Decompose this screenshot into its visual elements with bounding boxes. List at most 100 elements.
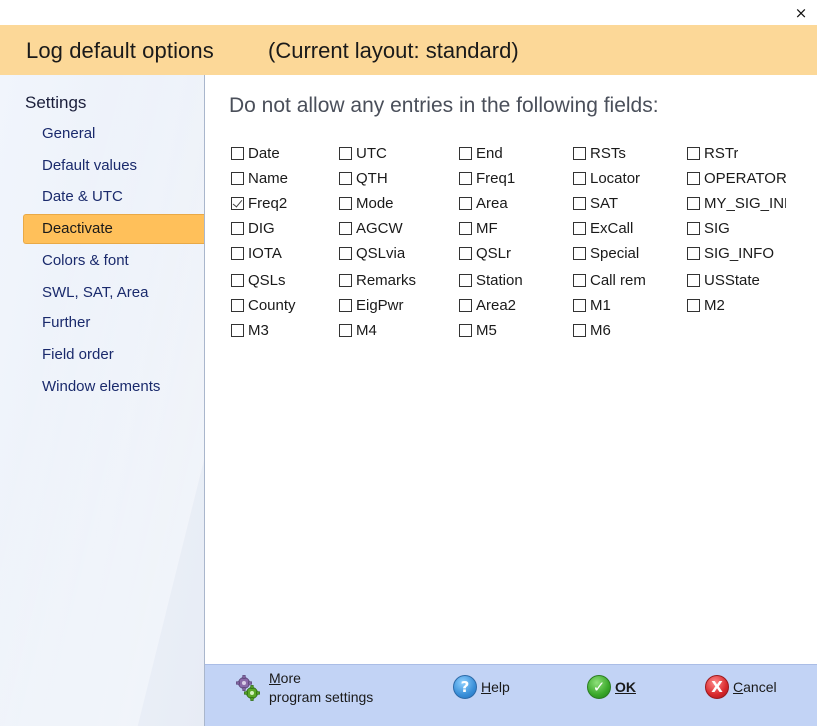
checkbox-unchecked-icon[interactable] — [687, 298, 700, 312]
checkbox-unchecked-icon[interactable] — [573, 298, 586, 312]
field-label: Special — [590, 244, 640, 262]
field-checkbox-sig[interactable]: SIG — [687, 218, 730, 238]
checkbox-unchecked-icon[interactable] — [573, 146, 586, 160]
sidebar-item-deactivate[interactable]: Deactivate — [23, 214, 204, 244]
cancel-x-icon: X — [705, 675, 729, 699]
field-checkbox-utc[interactable]: UTC — [339, 143, 387, 163]
help-button[interactable]: ? Help — [453, 675, 510, 699]
field-checkbox-qsls[interactable]: QSLs — [231, 270, 286, 290]
checkbox-unchecked-icon[interactable] — [459, 273, 472, 287]
checkbox-unchecked-icon[interactable] — [459, 146, 472, 160]
field-label: EigPwr — [356, 296, 404, 314]
field-checkbox-date[interactable]: Date — [231, 143, 280, 163]
field-checkbox-end[interactable]: End — [459, 143, 503, 163]
field-checkbox-rsts[interactable]: RSTs — [573, 143, 626, 163]
field-checkbox-call-rem[interactable]: Call rem — [573, 270, 646, 290]
checkbox-unchecked-icon[interactable] — [459, 298, 472, 312]
field-checkbox-rstr[interactable]: RSTr — [687, 143, 738, 163]
field-label: M3 — [248, 321, 269, 339]
checkbox-unchecked-icon[interactable] — [231, 221, 244, 235]
field-checkbox-my-sig-info[interactable]: MY_SIG_INFO — [687, 193, 786, 213]
field-checkbox-m1[interactable]: M1 — [573, 295, 611, 315]
close-icon[interactable]: × — [791, 3, 811, 23]
checkbox-unchecked-icon[interactable] — [573, 171, 586, 185]
field-checkbox-iota[interactable]: IOTA — [231, 243, 282, 263]
sidebar-item-colors-font[interactable]: Colors & font — [23, 246, 204, 276]
checkbox-unchecked-icon[interactable] — [231, 273, 244, 287]
field-checkbox-locator[interactable]: Locator — [573, 168, 640, 188]
checkbox-unchecked-icon[interactable] — [459, 171, 472, 185]
field-checkbox-sig-info[interactable]: SIG_INFO — [687, 243, 774, 263]
checkbox-checked-icon[interactable] — [231, 196, 244, 210]
checkbox-unchecked-icon[interactable] — [231, 246, 244, 260]
checkbox-unchecked-icon[interactable] — [231, 146, 244, 160]
field-checkbox-sat[interactable]: SAT — [573, 193, 618, 213]
field-checkbox-qth[interactable]: QTH — [339, 168, 388, 188]
checkbox-unchecked-icon[interactable] — [687, 171, 700, 185]
field-label: AGCW — [356, 219, 403, 237]
field-checkbox-usstate[interactable]: USState — [687, 270, 760, 290]
field-checkbox-qslr[interactable]: QSLr — [459, 243, 511, 263]
field-checkbox-m6[interactable]: M6 — [573, 320, 611, 340]
field-checkbox-eigpwr[interactable]: EigPwr — [339, 295, 404, 315]
field-checkbox-special[interactable]: Special — [573, 243, 639, 263]
cancel-button[interactable]: X Cancel — [705, 675, 777, 699]
field-checkbox-mode[interactable]: Mode — [339, 193, 394, 213]
title-bar: × — [0, 0, 817, 25]
field-checkbox-qslvia[interactable]: QSLvia — [339, 243, 405, 263]
field-checkbox-dig[interactable]: DIG — [231, 218, 275, 238]
field-checkbox-operator[interactable]: OPERATOR — [687, 168, 786, 188]
checkbox-unchecked-icon[interactable] — [573, 246, 586, 260]
checkbox-unchecked-icon[interactable] — [687, 221, 700, 235]
sidebar-item-further[interactable]: Further — [23, 308, 204, 338]
sidebar-item-window-elements[interactable]: Window elements — [23, 372, 204, 402]
field-checkbox-area[interactable]: Area — [459, 193, 508, 213]
checkbox-unchecked-icon[interactable] — [339, 146, 352, 160]
sidebar-item-swl-sat-area[interactable]: SWL, SAT, Area — [23, 278, 204, 308]
sidebar-item-date-utc[interactable]: Date & UTC — [23, 182, 204, 212]
checkbox-unchecked-icon[interactable] — [459, 323, 472, 337]
checkbox-unchecked-icon[interactable] — [459, 196, 472, 210]
checkbox-unchecked-icon[interactable] — [573, 273, 586, 287]
checkbox-unchecked-icon[interactable] — [459, 246, 472, 260]
field-checkbox-mf[interactable]: MF — [459, 218, 498, 238]
checkbox-unchecked-icon[interactable] — [687, 196, 700, 210]
field-checkbox-station[interactable]: Station — [459, 270, 523, 290]
field-checkbox-freq2[interactable]: Freq2 — [231, 193, 287, 213]
field-checkbox-m3[interactable]: M3 — [231, 320, 269, 340]
checkbox-unchecked-icon[interactable] — [339, 273, 352, 287]
field-checkbox-m2[interactable]: M2 — [687, 295, 725, 315]
checkbox-unchecked-icon[interactable] — [687, 273, 700, 287]
ok-button[interactable]: ✓ OK — [587, 675, 636, 699]
checkbox-unchecked-icon[interactable] — [339, 221, 352, 235]
field-checkbox-m5[interactable]: M5 — [459, 320, 497, 340]
field-checkbox-m4[interactable]: M4 — [339, 320, 377, 340]
field-label: Freq2 — [248, 194, 288, 212]
checkbox-unchecked-icon[interactable] — [231, 171, 244, 185]
field-checkbox-name[interactable]: Name — [231, 168, 288, 188]
checkbox-unchecked-icon[interactable] — [573, 196, 586, 210]
field-checkbox-freq1[interactable]: Freq1 — [459, 168, 515, 188]
field-checkbox-agcw[interactable]: AGCW — [339, 218, 403, 238]
checkbox-unchecked-icon[interactable] — [339, 298, 352, 312]
checkbox-unchecked-icon[interactable] — [231, 298, 244, 312]
field-checkbox-excall[interactable]: ExCall — [573, 218, 633, 238]
checkbox-unchecked-icon[interactable] — [339, 246, 352, 260]
checkbox-unchecked-icon[interactable] — [687, 146, 700, 160]
checkbox-unchecked-icon[interactable] — [339, 196, 352, 210]
sidebar-item-general[interactable]: General — [23, 119, 204, 149]
checkbox-unchecked-icon[interactable] — [687, 246, 700, 260]
checkbox-unchecked-icon[interactable] — [339, 323, 352, 337]
field-label: M2 — [704, 296, 725, 314]
checkbox-unchecked-icon[interactable] — [459, 221, 472, 235]
checkbox-unchecked-icon[interactable] — [231, 323, 244, 337]
more-program-settings-button[interactable]: More program settings — [235, 669, 373, 707]
field-checkbox-county[interactable]: County — [231, 295, 296, 315]
field-checkbox-remarks[interactable]: Remarks — [339, 270, 416, 290]
sidebar-item-field-order[interactable]: Field order — [23, 340, 204, 370]
sidebar-item-default-values[interactable]: Default values — [23, 151, 204, 181]
checkbox-unchecked-icon[interactable] — [573, 221, 586, 235]
checkbox-unchecked-icon[interactable] — [573, 323, 586, 337]
checkbox-unchecked-icon[interactable] — [339, 171, 352, 185]
field-checkbox-area2[interactable]: Area2 — [459, 295, 516, 315]
